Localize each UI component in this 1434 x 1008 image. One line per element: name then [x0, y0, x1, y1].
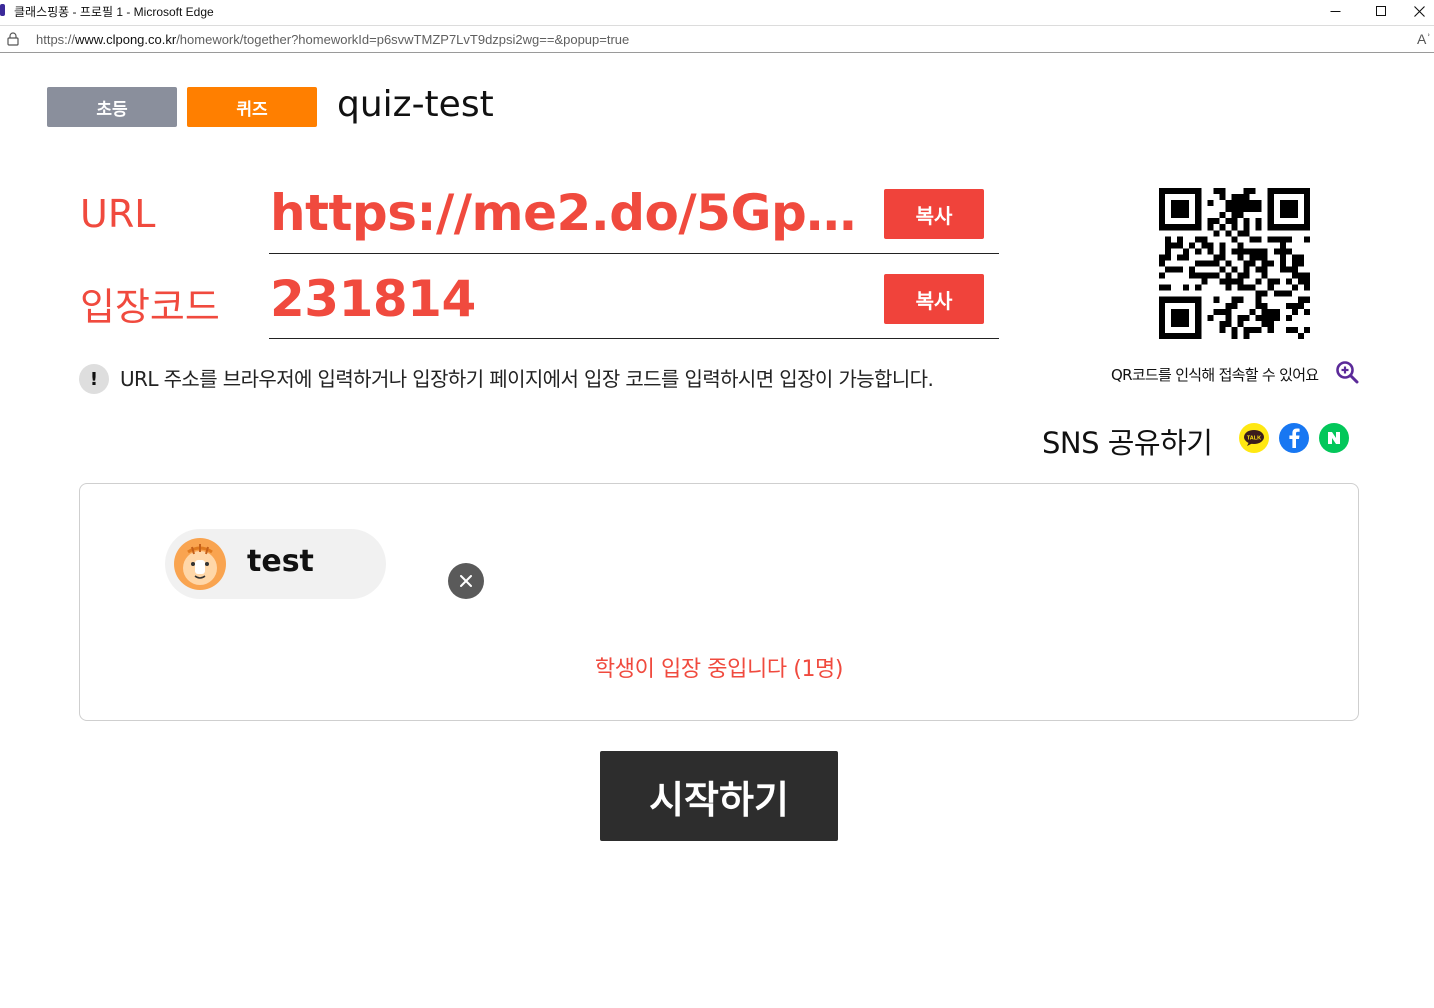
- url-domain: www.clpong.co.kr: [75, 32, 177, 47]
- close-icon: [460, 575, 472, 587]
- tiger-avatar-icon: [174, 538, 226, 590]
- share-url-value: https://me2.do/5GpZU...: [270, 184, 860, 242]
- facebook-f-icon: [1289, 428, 1300, 448]
- zoom-in-icon[interactable]: [1335, 360, 1359, 384]
- kakaotalk-icon[interactable]: TALK: [1239, 423, 1269, 453]
- url-underline: [269, 253, 999, 254]
- maximize-icon: [1375, 5, 1386, 16]
- close-icon: [1413, 5, 1425, 17]
- qr-code[interactable]: [1159, 188, 1310, 339]
- maximize-button[interactable]: [1358, 0, 1404, 22]
- exclamation-icon: !: [79, 364, 109, 394]
- close-window-button[interactable]: [1404, 0, 1434, 22]
- address-bar[interactable]: https://www.clpong.co.kr/homework/togeth…: [0, 25, 1434, 53]
- lock-icon[interactable]: [7, 32, 19, 46]
- student-waiting-area: test 학생이 입장 중입니다 (1명): [79, 483, 1359, 721]
- quiz-title: quiz-test: [337, 84, 494, 125]
- joining-status: 학생이 입장 중입니다 (1명): [594, 657, 844, 682]
- copy-url-button[interactable]: 복사: [884, 189, 984, 239]
- quiz-type-badge: 퀴즈: [187, 87, 317, 127]
- window-title: 클래스핑퐁 - 프로필 1 - Microsoft Edge: [14, 5, 214, 19]
- url-label: URL: [80, 192, 156, 236]
- naver-n-icon: [1328, 432, 1340, 444]
- naver-icon[interactable]: [1319, 423, 1349, 453]
- kakaotalk-bubble-icon: TALK: [1244, 430, 1264, 446]
- start-button[interactable]: 시작하기: [600, 751, 838, 841]
- svg-text:TALK: TALK: [1247, 435, 1261, 441]
- minimize-button[interactable]: [1312, 0, 1358, 22]
- level-badge: 초등: [47, 87, 177, 127]
- facebook-icon[interactable]: [1279, 423, 1309, 453]
- student-name: test: [247, 544, 314, 579]
- copy-code-button[interactable]: 복사: [884, 274, 984, 324]
- read-aloud-icon[interactable]: Aʾ: [1417, 31, 1431, 47]
- code-underline: [269, 338, 999, 339]
- remove-student-button[interactable]: [448, 563, 484, 599]
- entry-code-value: 231814: [270, 270, 476, 328]
- app-icon: [0, 4, 5, 16]
- minimize-icon: [1330, 10, 1340, 12]
- url-path: /homework/together?homeworkId=p6svwTMZP7…: [176, 32, 630, 47]
- sns-share-label: SNS 공유하기: [1042, 426, 1213, 460]
- window-titlebar: 클래스핑퐁 - 프로필 1 - Microsoft Edge: [0, 0, 1434, 22]
- student-chip: test: [165, 529, 484, 599]
- url-prefix: https://: [36, 32, 76, 47]
- entry-code-label: 입장코드: [80, 285, 220, 329]
- qr-caption: QR코드를 인식해 접속할 수 있어요: [1111, 366, 1319, 384]
- entry-notice: URL 주소를 브라우저에 입력하거나 입장하기 페이지에서 입장 코드를 입력…: [120, 367, 934, 391]
- url-text[interactable]: https://www.clpong.co.kr/homework/togeth…: [36, 32, 629, 47]
